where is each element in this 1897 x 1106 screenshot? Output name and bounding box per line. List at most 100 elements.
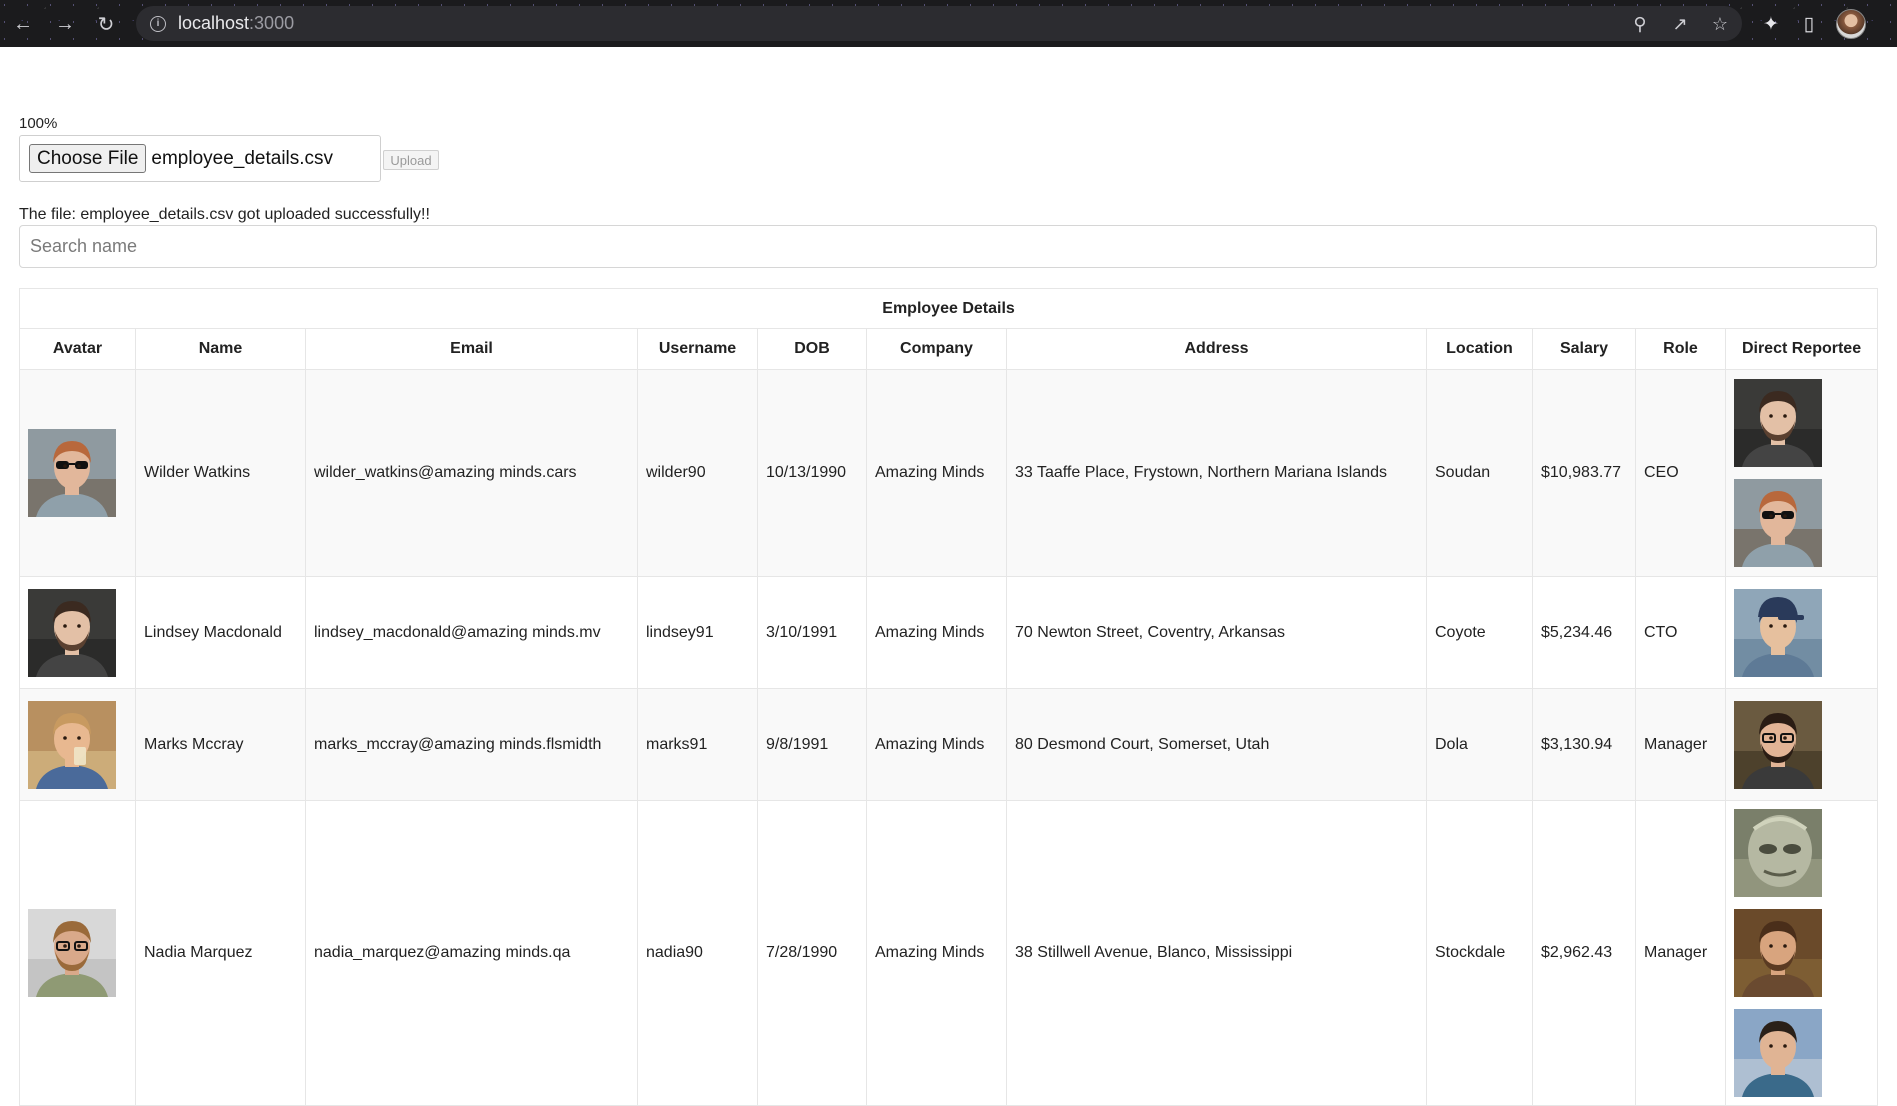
profile-avatar-icon[interactable]: [1836, 9, 1866, 39]
cell-email: wilder_watkins@amazing minds.cars: [305, 369, 638, 577]
reportee-list: [1734, 371, 1869, 575]
cell-username: wilder90: [637, 369, 758, 577]
table-row: Marks Mccray marks_mccray@amazing minds.f…: [19, 688, 1879, 801]
cell-address: 70 Newton Street, Coventry, Arkansas: [1006, 576, 1427, 689]
site-info-icon[interactable]: i: [150, 15, 166, 32]
table-row: Wilder Watkins wilder_watkins@amazing min…: [19, 369, 1879, 577]
avatar-cell: [19, 576, 136, 689]
reportee-avatar: [1734, 909, 1822, 997]
column-header-location: Location: [1426, 328, 1533, 370]
cell-direct-reportee: [1724, 688, 1879, 801]
cell-username: lindsey91: [637, 576, 758, 689]
cell-location: Dola: [1426, 688, 1533, 801]
reload-icon[interactable]: ↻: [93, 11, 119, 37]
avatar-image: [28, 588, 116, 677]
cell-role: CTO: [1635, 576, 1726, 689]
url-host: localhost: [178, 13, 250, 33]
upload-button[interactable]: Upload: [383, 150, 439, 170]
cell-dob: 10/13/1990: [757, 369, 867, 577]
browser-toolbar: ← → ↻ i localhost:3000 ⚲ ↗ ☆ ✦ ▯: [0, 0, 1897, 47]
cell-name: Nadia Marquez: [135, 800, 306, 1106]
column-header-dob: DOB: [757, 328, 867, 370]
reportee-avatar: [1734, 809, 1822, 897]
cell-address: 80 Desmond Court, Somerset, Utah: [1006, 688, 1427, 801]
reportee-avatar: [1734, 1009, 1822, 1097]
cell-salary: $3,130.94: [1532, 688, 1636, 801]
column-header-salary: Salary: [1532, 328, 1636, 370]
cell-location: Coyote: [1426, 576, 1533, 689]
cell-company: Amazing Minds: [866, 800, 1007, 1106]
table-body: Wilder Watkins wilder_watkins@amazing min…: [19, 369, 1879, 1106]
reportee-avatar: [1734, 379, 1822, 467]
zoom-icon[interactable]: ⚲: [1628, 12, 1652, 36]
cell-direct-reportee: [1724, 800, 1879, 1106]
address-url[interactable]: localhost:3000: [178, 13, 294, 34]
side-panel-icon[interactable]: ▯: [1796, 11, 1822, 37]
reportee-list: [1734, 693, 1869, 797]
bookmark-star-icon[interactable]: ☆: [1708, 12, 1732, 36]
column-header-role: Role: [1635, 328, 1726, 370]
cell-email: nadia_marquez@amazing minds.qa: [305, 800, 638, 1106]
share-icon[interactable]: ↗: [1668, 12, 1692, 36]
cell-dob: 3/10/1991: [757, 576, 867, 689]
cell-role: Manager: [1635, 800, 1726, 1106]
reportee-avatar: [1734, 700, 1822, 789]
avatar-image: [28, 909, 116, 997]
cell-company: Amazing Minds: [866, 369, 1007, 577]
column-header-username: Username: [637, 328, 758, 370]
table-row: Nadia Marquez nadia_marquez@amazing minds…: [19, 800, 1879, 1106]
column-header-address: Address: [1006, 328, 1427, 370]
reportee-list: [1734, 802, 1869, 1105]
choose-file-button[interactable]: Choose File: [29, 144, 147, 173]
column-header-company: Company: [866, 328, 1007, 370]
table-title: Employee Details: [18, 288, 1879, 329]
column-header-direct-reportee: Direct Reportee: [1724, 328, 1879, 370]
cell-role: Manager: [1635, 688, 1726, 801]
avatar-cell: [19, 369, 136, 577]
cell-name: Marks Mccray: [135, 688, 306, 801]
table-row: Lindsey Macdonald lindsey_macdonald@amazi…: [19, 576, 1879, 689]
back-icon[interactable]: ←: [10, 11, 36, 37]
cell-address: 33 Taaffe Place, Frystown, Northern Mari…: [1006, 369, 1427, 577]
forward-icon[interactable]: →: [52, 11, 78, 37]
column-header-name: Name: [135, 328, 306, 370]
cell-direct-reportee: [1724, 369, 1879, 577]
cell-dob: 9/8/1991: [757, 688, 867, 801]
cell-name: Lindsey Macdonald: [135, 576, 306, 689]
column-header-avatar: Avatar: [19, 328, 136, 370]
url-port: :3000: [249, 13, 295, 33]
cell-salary: $5,234.46: [1532, 576, 1636, 689]
cell-username: nadia90: [637, 800, 758, 1106]
employee-table: Employee Details Avatar Name Email Username…: [18, 288, 1879, 1106]
reportee-avatar: [1734, 588, 1822, 677]
column-header-email: Email: [305, 328, 638, 370]
search-name-input[interactable]: [19, 225, 1877, 268]
upload-success-message: The file: employee_details.csv got uploa…: [19, 206, 430, 223]
reportee-avatar: [1734, 479, 1822, 567]
extensions-icon[interactable]: ✦: [1758, 11, 1784, 37]
cell-email: lindsey_macdonald@amazing minds.mv: [305, 576, 638, 689]
cell-location: Soudan: [1426, 369, 1533, 577]
avatar-cell: [19, 688, 136, 801]
cell-salary: $2,962.43: [1532, 800, 1636, 1106]
upload-progress: 100%: [19, 115, 58, 132]
avatar-cell: [19, 800, 136, 1106]
cell-salary: $10,983.77: [1532, 369, 1636, 577]
cell-username: marks91: [637, 688, 758, 801]
file-input[interactable]: Choose File employee_details.csv: [19, 135, 381, 182]
selected-file-name: employee_details.csv: [151, 147, 334, 169]
address-bar[interactable]: i localhost:3000 ⚲ ↗ ☆: [136, 6, 1742, 41]
cell-direct-reportee: [1724, 576, 1879, 689]
avatar-image: [28, 429, 116, 517]
table-header-row: Avatar Name Email Username DOB Company Address…: [19, 328, 1879, 370]
reportee-list: [1734, 581, 1869, 685]
cell-location: Stockdale: [1426, 800, 1533, 1106]
cell-dob: 7/28/1990: [757, 800, 867, 1106]
cell-name: Wilder Watkins: [135, 369, 306, 577]
avatar-image: [28, 700, 116, 789]
cell-company: Amazing Minds: [866, 576, 1007, 689]
cell-email: marks_mccray@amazing minds.flsmidth: [305, 688, 638, 801]
cell-role: CEO: [1635, 369, 1726, 577]
cell-company: Amazing Minds: [866, 688, 1007, 801]
cell-address: 38 Stillwell Avenue, Blanco, Mississippi: [1006, 800, 1427, 1106]
